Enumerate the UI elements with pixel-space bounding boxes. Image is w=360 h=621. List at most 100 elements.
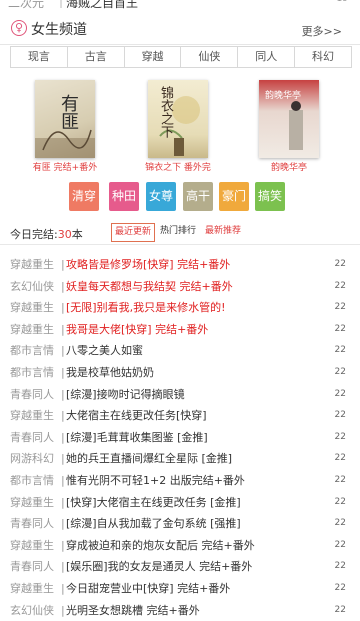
book-list: 穿越重生|攻略皆是修罗场[快穿] 完结+番外22玄幻仙侠|妖皇每天都想与我结契 …: [0, 254, 360, 621]
today-count: 30: [58, 228, 72, 241]
separator: |: [61, 340, 65, 361]
list-item[interactable]: 青春同人|[综漫]接吻时记得摘眼镜22: [0, 384, 360, 406]
tab-hot-ranking[interactable]: 热门排行: [157, 223, 199, 240]
list-item[interactable]: 青春同人|[综漫]自从我加载了金句系统 [强推]22: [0, 513, 360, 535]
separator: |: [61, 448, 65, 469]
book-title[interactable]: 我是校草他姑奶奶: [66, 362, 154, 383]
subtab-guyan[interactable]: 古言: [68, 47, 125, 67]
featured-book[interactable]: 韵晚华亭 韵晚华亭: [249, 80, 329, 173]
list-item[interactable]: 都市言情|惟有光阴不可轻1+2 出版完结+番外22: [0, 470, 360, 492]
book-count: 22: [335, 254, 346, 275]
list-item[interactable]: 穿越重生|今日甜宠营业中[快穿] 完结+番外22: [0, 578, 360, 600]
featured-books: 有匪 有匪 完结+番外 锦衣之下 锦衣之下 番外完 韵晚华亭 韵晚华亭: [0, 80, 360, 180]
book-title[interactable]: 光明圣女想跳槽 完结+番外: [66, 600, 200, 621]
list-item[interactable]: 青春同人|[综漫]毛茸茸收集图鉴 [金推]22: [0, 427, 360, 449]
book-title[interactable]: [无限]别看我,我只是来修水管的!: [66, 297, 226, 318]
book-category: 穿越重生: [10, 492, 54, 513]
separator: |: [61, 556, 65, 577]
book-title[interactable]: 攻略皆是修罗场[快穿] 完结+番外: [66, 254, 230, 275]
today-unit: 本: [72, 228, 83, 241]
list-item[interactable]: 都市言情|我是校草他姑奶奶22: [0, 362, 360, 384]
subtab-tongren[interactable]: 同人: [238, 47, 295, 67]
genre-tag[interactable]: 豪门: [219, 182, 249, 211]
book-count: 22: [335, 578, 346, 599]
book-category: 玄幻仙侠: [10, 600, 54, 621]
book-count: 22: [335, 470, 346, 491]
featured-book[interactable]: 锦衣之下 锦衣之下 番外完: [138, 80, 218, 173]
female-icon: ♀: [11, 20, 27, 36]
book-title[interactable]: 大佬宿主在线更改任务[快穿]: [66, 405, 207, 426]
featured-book[interactable]: 有匪 有匪 完结+番外: [25, 80, 105, 173]
separator: |: [59, 0, 63, 8]
book-count: 22: [335, 427, 346, 448]
list-item[interactable]: 网游科幻|她的兵王直播间爆红全星际 [金推]22: [0, 448, 360, 470]
book-count: 22: [335, 600, 346, 621]
book-count: 22: [335, 556, 346, 577]
book-title[interactable]: [综漫]接吻时记得摘眼镜: [66, 384, 185, 405]
book-title[interactable]: 我哥是大佬[快穿] 完结+番外: [66, 319, 208, 340]
book-title[interactable]: 她的兵王直播间爆红全星际 [金推]: [66, 448, 232, 469]
book-count: 22: [335, 297, 346, 318]
book-category: 都市言情: [10, 362, 54, 383]
genre-tag[interactable]: 高干: [183, 182, 213, 211]
book-category: 穿越重生: [10, 319, 54, 340]
separator: |: [61, 513, 65, 534]
genre-tags: 清穿 种田 女尊 高干 豪门 搞笑: [0, 182, 360, 212]
list-item[interactable]: 都市言情|八零之美人如蜜22: [0, 340, 360, 362]
separator: |: [61, 319, 65, 340]
previous-row-partial[interactable]: 二次元 | 海贼之自首王 19: [0, 0, 360, 11]
book-title[interactable]: 妖皇每天都想与我结契 完结+番外: [66, 276, 233, 297]
list-item[interactable]: 穿越重生|[快穿]大佬宿主在线更改任务 [金推]22: [0, 492, 360, 514]
book-title[interactable]: 惟有光阴不可轻1+2 出版完结+番外: [66, 470, 245, 491]
genre-tag[interactable]: 清穿: [69, 182, 99, 211]
female-channel-header: ♀ 女生频道 更多>>: [0, 14, 360, 45]
book-cover[interactable]: 锦衣之下: [148, 80, 208, 158]
book-cover[interactable]: 韵晚华亭: [259, 80, 319, 158]
subtab-xianxia[interactable]: 仙侠: [181, 47, 238, 67]
subtab-kehuan[interactable]: 科幻: [295, 47, 351, 67]
row-category: 二次元: [8, 0, 44, 11]
book-title[interactable]: 穿成被迫和亲的炮灰女配后 完结+番外: [66, 535, 255, 556]
list-item[interactable]: 穿越重生|我哥是大佬[快穿] 完结+番外22: [0, 319, 360, 341]
subtab-chuanyue[interactable]: 穿越: [125, 47, 182, 67]
book-cover[interactable]: 有匪: [35, 80, 95, 158]
book-category: 玄幻仙侠: [10, 276, 54, 297]
book-title[interactable]: 八零之美人如蜜: [66, 340, 143, 361]
subcategory-tabs: 现言 古言 穿越 仙侠 同人 科幻: [10, 46, 352, 68]
list-item[interactable]: 玄幻仙侠|光明圣女想跳槽 完结+番外22: [0, 600, 360, 621]
book-title[interactable]: [综漫]自从我加载了金句系统 [强推]: [66, 513, 241, 534]
list-item[interactable]: 穿越重生|[无限]别看我,我只是来修水管的!22: [0, 297, 360, 319]
genre-tag[interactable]: 种田: [109, 182, 139, 211]
book-title[interactable]: 今日甜宠营业中[快穿] 完结+番外: [66, 578, 230, 599]
list-item[interactable]: 穿越重生|大佬宿主在线更改任务[快穿]22: [0, 405, 360, 427]
list-item[interactable]: 玄幻仙侠 |妖皇每天都想与我结契 完结+番外 22: [0, 276, 360, 298]
book-count: 22: [335, 340, 346, 361]
cover-title: 有匪: [55, 94, 81, 130]
book-category: 穿越重生: [10, 254, 54, 275]
channel-title: 女生频道: [31, 19, 87, 39]
tab-recent-updates[interactable]: 最近更新: [111, 223, 155, 242]
separator: |: [61, 297, 65, 318]
book-title[interactable]: [快穿]大佬宿主在线更改任务 [金推]: [66, 492, 241, 513]
separator: |: [61, 254, 65, 275]
book-caption[interactable]: 韵晚华亭: [249, 160, 329, 173]
more-link[interactable]: 更多>>: [302, 23, 342, 39]
book-category: 穿越重生: [10, 405, 54, 426]
subtab-xianyan[interactable]: 现言: [11, 47, 68, 67]
list-item[interactable]: 青春同人|[娱乐圈]我的女友是通灵人 完结+番外22: [0, 556, 360, 578]
book-caption[interactable]: 锦衣之下 番外完: [138, 160, 218, 173]
genre-tag[interactable]: 女尊: [146, 182, 176, 211]
book-count: 22: [335, 384, 346, 405]
list-item[interactable]: 穿越重生 |攻略皆是修罗场[快穿] 完结+番外 22: [0, 254, 360, 276]
book-title[interactable]: [娱乐圈]我的女友是通灵人 完结+番外: [66, 556, 252, 577]
genre-tag[interactable]: 搞笑: [255, 182, 285, 211]
separator: |: [61, 276, 65, 297]
separator: |: [61, 405, 65, 426]
today-finished: 今日完结:30本: [10, 226, 83, 242]
list-item[interactable]: 穿越重生|穿成被迫和亲的炮灰女配后 完结+番外22: [0, 535, 360, 557]
book-count: 22: [335, 276, 346, 297]
tab-new-recommend[interactable]: 最新推荐: [202, 223, 244, 240]
book-title[interactable]: [综漫]毛茸茸收集图鉴 [金推]: [66, 427, 208, 448]
book-category: 青春同人: [10, 427, 54, 448]
book-caption[interactable]: 有匪 完结+番外: [25, 160, 105, 173]
